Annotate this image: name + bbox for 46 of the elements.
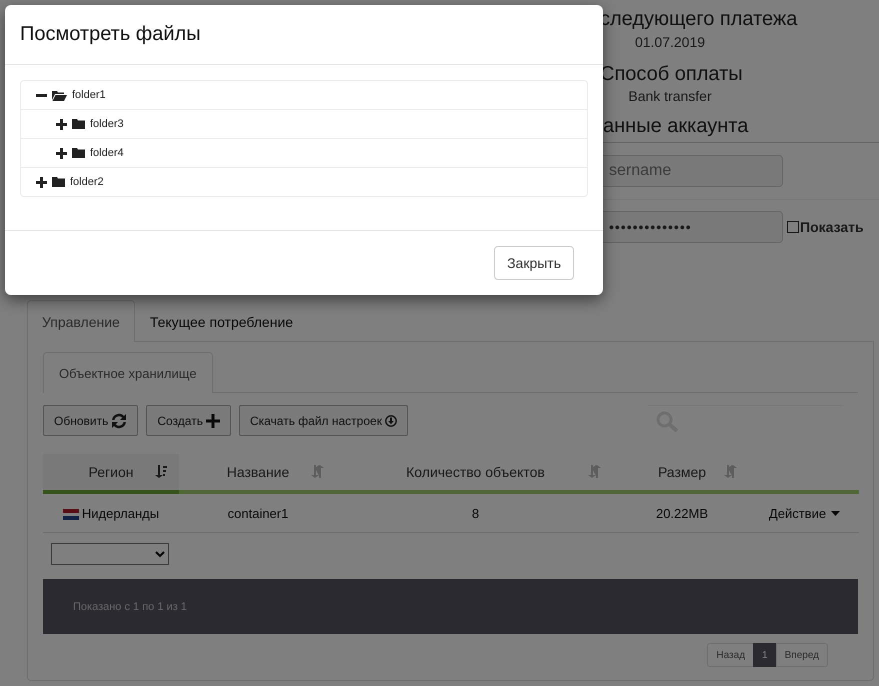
close-button[interactable]: Закрыть [494,246,574,280]
pagination-button[interactable]: Назад [707,643,754,667]
caret-icon [831,510,840,516]
refresh-icon [111,412,128,428]
column-header[interactable]: Количество объектов [337,454,614,492]
flag-icon [62,508,79,520]
action-dropdown[interactable]: Действие [768,506,840,520]
table-cell: container1 [228,506,288,520]
folder-name[interactable]: folder4 [90,147,124,159]
column-header[interactable]: Название [179,454,337,492]
folder-name[interactable]: folder1 [72,89,106,101]
open-folder-icon [52,90,67,100]
column-header[interactable]: Размер [614,454,750,492]
section-heading: следующего платежа [600,7,798,31]
tab[interactable]: Объектное хранилище [43,352,213,393]
table-cell: 8 [472,506,480,520]
toolbar-button[interactable]: Скачать файл настроек [238,405,408,436]
results-info: Показано с 1 по 1 из 1 [73,600,187,612]
page-size-select[interactable] [51,543,169,565]
folder-icon [52,177,65,187]
checkbox-label[interactable]: Показать [800,219,864,235]
pagination-button[interactable]: 1 [753,643,777,667]
modal-title: Посмотреть файлы [5,5,603,65]
tab[interactable]: Текущее потребление [134,300,308,342]
payment-method: Bank transfer [627,88,713,104]
plus-icon [206,414,220,428]
sort-descending-icon[interactable] [155,465,167,478]
pagination-button[interactable]: Вперед [776,643,828,667]
table-cell: 20.22MB [656,506,708,520]
folder-icon [72,148,85,158]
column-header[interactable]: Регион [43,454,179,492]
username-field[interactable]: sername [600,155,783,187]
payment-date: 01.07.2019 [634,34,706,50]
folder-name[interactable]: folder2 [70,176,104,188]
expand-icon[interactable] [56,148,67,158]
table-cell: Нидерланды [62,506,160,520]
toolbar-button[interactable]: Обновить [43,405,138,436]
toolbar-button[interactable]: Создать [146,405,231,436]
folder-icon [72,119,85,129]
checkbox[interactable] [787,221,799,233]
expand-icon[interactable] [56,118,67,130]
folder-name[interactable]: folder3 [90,118,124,130]
password-field[interactable]: •••••••••••••• [600,211,783,243]
download-icon [384,414,397,426]
expand-icon[interactable] [36,176,47,188]
tab[interactable]: Управление [27,300,135,342]
